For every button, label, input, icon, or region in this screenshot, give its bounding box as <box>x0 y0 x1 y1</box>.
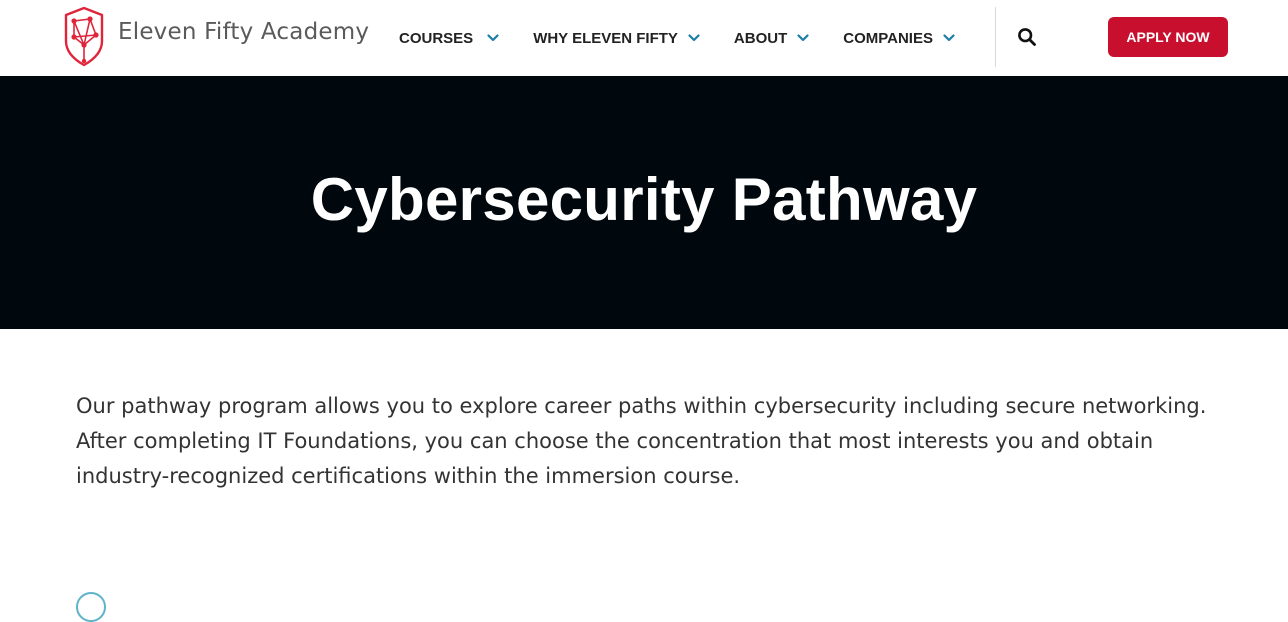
chevron-down-icon <box>943 34 955 42</box>
nav-label: WHY ELEVEN FIFTY <box>533 29 678 47</box>
search-icon <box>1018 28 1036 46</box>
site-header: Eleven Fifty Academy COURSES WHY ELEVEN … <box>0 0 1288 76</box>
chevron-down-icon <box>487 34 499 42</box>
logo-link[interactable]: Eleven Fifty Academy <box>62 7 369 67</box>
intro-paragraph: Our pathway program allows you to explor… <box>76 394 1207 488</box>
nav-label: COMPANIES <box>843 29 933 47</box>
main-nav: COURSES WHY ELEVEN FIFTY ABOUT COMPANIES <box>399 28 989 48</box>
chevron-down-icon <box>797 34 809 42</box>
nav-item-courses[interactable]: COURSES <box>399 30 499 47</box>
hero-banner: Cybersecurity Pathway <box>0 76 1288 329</box>
header-divider <box>995 7 996 67</box>
nav-item-why-eleven-fifty[interactable]: WHY ELEVEN FIFTY <box>533 30 700 47</box>
page-title: Cybersecurity Pathway <box>310 166 978 233</box>
nav-label: ABOUT <box>733 29 788 47</box>
apply-now-button[interactable]: APPLY NOW <box>1108 17 1228 57</box>
logo-text: Eleven Fifty Academy <box>118 19 370 45</box>
search-button[interactable] <box>1017 27 1037 47</box>
logo-icon <box>64 7 104 67</box>
chevron-down-icon <box>688 34 700 42</box>
section-icon <box>76 592 106 622</box>
nav-item-companies[interactable]: COMPANIES <box>843 30 955 47</box>
nav-label: COURSES <box>399 29 474 47</box>
nav-item-about[interactable]: ABOUT <box>734 30 809 47</box>
